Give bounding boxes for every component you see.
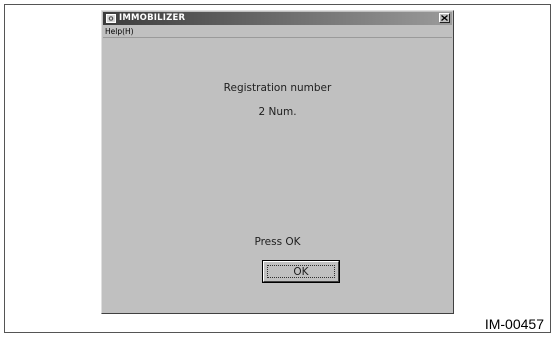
registration-number-value: 2 Num. (258, 106, 297, 118)
figure-frame: IMMOBILIZER Help(H) Registration number … (4, 4, 551, 333)
close-icon (441, 15, 448, 21)
ok-button-label: OK (267, 265, 335, 278)
window-title: IMMOBILIZER (119, 13, 186, 23)
press-ok-prompt: Press OK (254, 236, 301, 248)
registration-number-label: Registration number (223, 82, 332, 94)
app-icon (106, 14, 116, 23)
menu-bar: Help(H) (103, 26, 452, 38)
close-button[interactable] (439, 13, 450, 23)
figure-id: IM-00457 (484, 316, 544, 332)
ok-button[interactable]: OK (262, 260, 340, 283)
immobilizer-window: IMMOBILIZER Help(H) Registration number … (101, 10, 454, 314)
title-bar[interactable]: IMMOBILIZER (103, 12, 452, 25)
dialog-content: Registration number 2 Num. Press OK OK (105, 39, 450, 310)
menu-item-help[interactable]: Help(H) (105, 26, 134, 37)
